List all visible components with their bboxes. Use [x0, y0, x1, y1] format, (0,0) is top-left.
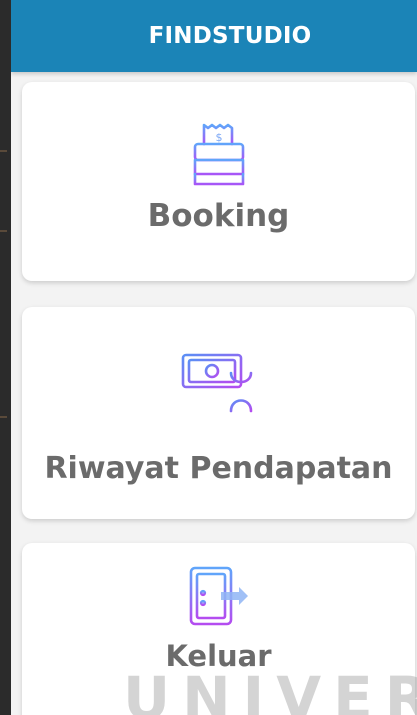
cash-register-icon: $ [193, 123, 244, 186]
edge-mark [0, 230, 7, 232]
app-bar: FINDSTUDIO [11, 0, 417, 72]
edge-mark [0, 416, 7, 418]
keluar-card[interactable]: Keluar [22, 543, 415, 715]
exit-door-icon [189, 566, 248, 626]
keluar-label: Keluar [165, 639, 272, 673]
booking-card[interactable]: $ Booking [22, 82, 415, 281]
riwayat-pendapatan-card[interactable]: Riwayat Pendapatan [22, 307, 415, 519]
app-title: FINDSTUDIO [148, 23, 312, 49]
svg-text:$: $ [215, 131, 222, 144]
riwayat-pendapatan-label: Riwayat Pendapatan [44, 451, 393, 486]
app-screen: FINDSTUDIO $ Booking Riwayat Pendapatan … [11, 0, 417, 715]
edge-mark [0, 150, 7, 152]
money-hourglass-icon [181, 353, 256, 413]
booking-label: Booking [147, 198, 290, 234]
side-edge [0, 0, 11, 715]
